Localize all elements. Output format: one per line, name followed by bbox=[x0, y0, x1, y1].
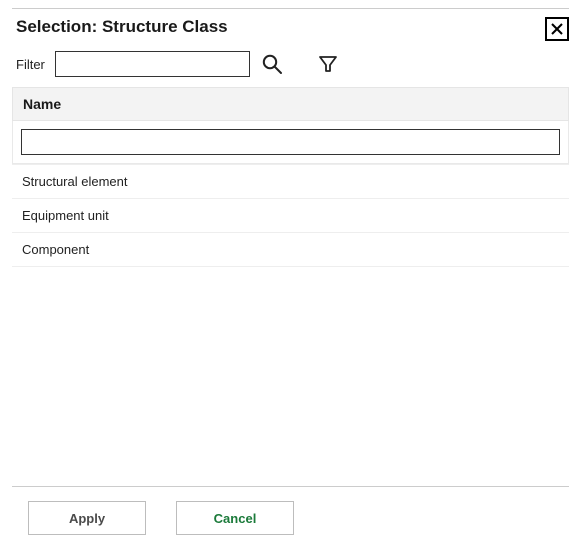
row-name: Structural element bbox=[22, 174, 128, 189]
search-icon bbox=[261, 53, 283, 75]
spacer bbox=[0, 267, 581, 486]
row-name: Equipment unit bbox=[22, 208, 109, 223]
apply-button[interactable]: Apply bbox=[28, 501, 146, 535]
table-body: Structural element Equipment unit Componen… bbox=[12, 164, 569, 267]
name-filter-input[interactable] bbox=[21, 129, 560, 155]
cancel-button[interactable]: Cancel bbox=[176, 501, 294, 535]
filter-label: Filter bbox=[16, 57, 45, 72]
row-name: Component bbox=[22, 242, 89, 257]
selection-dialog: Selection: Structure Class Filter Name bbox=[0, 0, 581, 553]
table-head: Name bbox=[12, 87, 569, 121]
table-row[interactable]: Component bbox=[12, 233, 569, 267]
dialog-footer: Apply Cancel bbox=[0, 487, 581, 553]
funnel-icon bbox=[317, 53, 339, 75]
close-button[interactable] bbox=[545, 17, 569, 41]
results-table: Name Structural element Equipment unit Com… bbox=[12, 87, 569, 267]
apply-button-label: Apply bbox=[69, 511, 105, 526]
filter-input[interactable] bbox=[55, 51, 250, 77]
cancel-button-label: Cancel bbox=[214, 511, 257, 526]
dialog-header: Selection: Structure Class bbox=[0, 9, 581, 47]
close-icon bbox=[551, 23, 563, 35]
table-filter-row bbox=[12, 121, 569, 164]
column-header-name: Name bbox=[13, 88, 568, 120]
table-row[interactable]: Structural element bbox=[12, 164, 569, 199]
search-button[interactable] bbox=[260, 52, 284, 76]
filter-row: Filter bbox=[0, 47, 581, 87]
dialog-title: Selection: Structure Class bbox=[16, 17, 228, 37]
table-row[interactable]: Equipment unit bbox=[12, 199, 569, 233]
filter-funnel-button[interactable] bbox=[316, 52, 340, 76]
